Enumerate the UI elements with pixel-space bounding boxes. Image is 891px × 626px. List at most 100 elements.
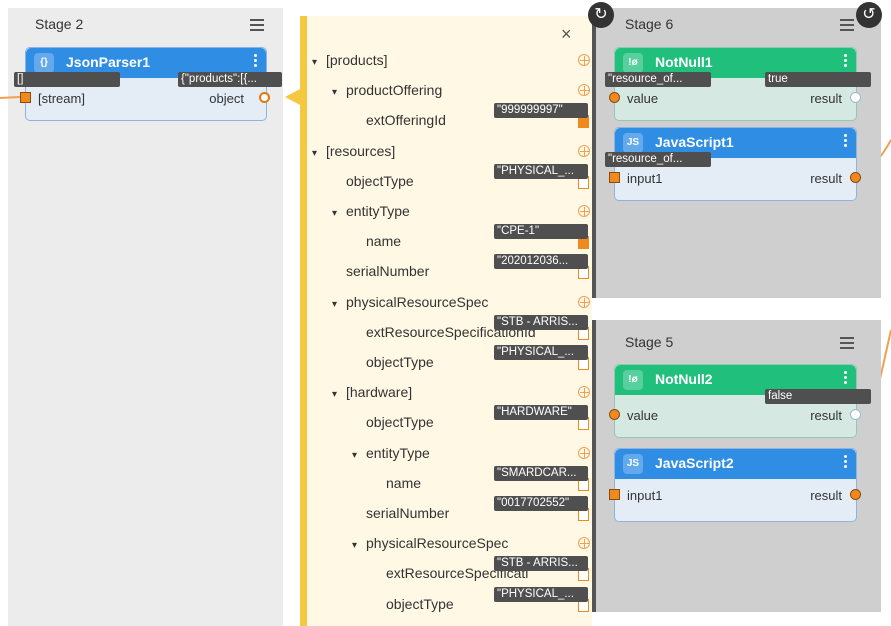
- tree-item-label: [resources]: [326, 143, 396, 159]
- javascript1-input-tag: "resource_of...: [605, 152, 711, 167]
- tree-item[interactable]: serialNumber: [366, 505, 449, 521]
- tree-item[interactable]: extOfferingId: [366, 112, 446, 128]
- stage-5-menu-icon[interactable]: [840, 337, 854, 349]
- tree-item-label: objectType: [366, 414, 434, 430]
- refresh-icon[interactable]: ↻: [588, 2, 614, 28]
- add-mapping-icon[interactable]: [578, 54, 590, 66]
- add-mapping-icon[interactable]: [578, 296, 590, 308]
- javascript2-name: JavaScript2: [655, 455, 734, 471]
- value-input-label: value: [627, 408, 659, 423]
- result-output-label: result: [810, 171, 842, 186]
- input1-port[interactable]: [609, 489, 620, 500]
- tree-item[interactable]: objectType: [386, 596, 454, 612]
- javascript2-header[interactable]: JS JavaScript2: [615, 449, 856, 479]
- value-input-port[interactable]: [609, 409, 620, 420]
- kebab-menu-icon[interactable]: [844, 455, 848, 470]
- chevron-down-icon[interactable]: ▾: [332, 87, 342, 98]
- tree-item[interactable]: name: [366, 233, 401, 249]
- chevron-down-icon[interactable]: ▾: [332, 389, 342, 400]
- tree-item-label: serialNumber: [346, 263, 430, 279]
- notnull-icon: !ø: [623, 53, 643, 73]
- tree-item[interactable]: ▾ physicalResourceSpec: [352, 535, 508, 551]
- stage-6-menu-icon[interactable]: [840, 19, 854, 31]
- add-mapping-icon[interactable]: [578, 84, 590, 96]
- add-mapping-icon[interactable]: [578, 145, 590, 157]
- javascript1-name: JavaScript1: [655, 134, 734, 150]
- tree-item-label: name: [386, 475, 422, 491]
- value-preview-tag: "STB - ARRIS...: [494, 556, 588, 571]
- value-preview-tag: "PHYSICAL_...: [494, 164, 588, 179]
- chevron-down-icon[interactable]: ▾: [312, 57, 322, 68]
- value-preview-tag: "PHYSICAL_...: [494, 587, 588, 602]
- notnull1-input-tag: "resource_of...: [605, 72, 711, 87]
- notnull1-name: NotNull1: [655, 54, 713, 70]
- value-preview-tag: "999999997": [494, 103, 588, 118]
- value-input-label: value: [627, 91, 659, 106]
- kebab-menu-icon[interactable]: [844, 134, 848, 149]
- value-preview-tag: "PHYSICAL_...: [494, 345, 588, 360]
- value-preview-tag: "0017702552": [494, 496, 588, 511]
- value-input-port[interactable]: [609, 92, 620, 103]
- tree-item[interactable]: objectType: [366, 414, 434, 430]
- kebab-menu-icon[interactable]: [844, 54, 848, 69]
- tree-item[interactable]: ▾ [hardware]: [332, 384, 412, 400]
- result-output-label: result: [810, 488, 842, 503]
- stage-5-title: Stage 5: [625, 334, 674, 350]
- tree-item[interactable]: name: [386, 475, 421, 491]
- tree-item[interactable]: ▾ [resources]: [312, 143, 395, 159]
- tree-item[interactable]: objectType: [366, 354, 434, 370]
- tree-item-label: [products]: [326, 52, 388, 68]
- javascript-icon: JS: [623, 454, 643, 474]
- add-mapping-icon[interactable]: [578, 386, 590, 398]
- tree-item-label: entityType: [366, 445, 430, 461]
- add-mapping-icon[interactable]: [578, 205, 590, 217]
- value-preview-tag: "SMARDCAR...: [494, 466, 588, 481]
- notnull2-name: NotNull2: [655, 371, 713, 387]
- input1-label: input1: [627, 171, 663, 186]
- tree-item[interactable]: ▾ productOffering: [332, 82, 442, 98]
- tree-item-label: entityType: [346, 203, 410, 219]
- result-output-port[interactable]: [850, 409, 861, 420]
- tree-item-label: productOffering: [346, 82, 443, 98]
- tree-item[interactable]: serialNumber: [346, 263, 429, 279]
- mapper-accent-bar: [300, 16, 307, 626]
- tree-item-label: objectType: [366, 354, 434, 370]
- tree-item[interactable]: ▾ entityType: [352, 445, 430, 461]
- tree-item-label: name: [366, 233, 402, 249]
- tree-item[interactable]: ▾ physicalResourceSpec: [332, 294, 488, 310]
- chevron-down-icon[interactable]: ▾: [332, 208, 342, 219]
- result-output-label: result: [810, 408, 842, 423]
- tree-item-label: physicalResourceSpec: [346, 294, 489, 310]
- tree-item-label: [hardware]: [346, 384, 413, 400]
- stage-6-title: Stage 6: [625, 16, 674, 32]
- notnull2-output-tag: false: [765, 389, 871, 404]
- result-output-port[interactable]: [850, 172, 861, 183]
- tree-item[interactable]: ▾ entityType: [332, 203, 410, 219]
- add-mapping-icon[interactable]: [578, 537, 590, 549]
- chevron-down-icon[interactable]: ▾: [332, 299, 342, 310]
- tree-item[interactable]: objectType: [346, 173, 414, 189]
- chevron-down-icon[interactable]: ▾: [352, 540, 362, 551]
- value-preview-tag: "202012036...: [494, 254, 588, 269]
- tree-item-label: objectType: [386, 596, 454, 612]
- tree-item-label: objectType: [346, 173, 414, 189]
- value-preview-tag: "CPE-1": [494, 224, 588, 239]
- value-preview-tag: "HARDWARE": [494, 405, 588, 420]
- notnull-icon: !ø: [623, 370, 643, 390]
- tree-item-label: extOfferingId: [366, 112, 446, 128]
- input1-port[interactable]: [609, 172, 620, 183]
- result-output-label: result: [810, 91, 842, 106]
- undo-icon[interactable]: ↺: [856, 2, 882, 28]
- result-output-port[interactable]: [850, 489, 861, 500]
- chevron-down-icon[interactable]: ▾: [352, 450, 362, 461]
- kebab-menu-icon[interactable]: [844, 371, 848, 386]
- chevron-down-icon[interactable]: ▾: [312, 148, 322, 159]
- input1-label: input1: [627, 488, 663, 503]
- result-output-port[interactable]: [850, 92, 861, 103]
- tree-item[interactable]: ▾ [products]: [312, 52, 387, 68]
- tree-item-label: physicalResourceSpec: [366, 535, 509, 551]
- add-mapping-icon[interactable]: [578, 447, 590, 459]
- tree-item-label: serialNumber: [366, 505, 450, 521]
- close-icon[interactable]: ×: [561, 24, 572, 45]
- javascript2-node[interactable]: JS JavaScript2 input1 result: [614, 448, 857, 522]
